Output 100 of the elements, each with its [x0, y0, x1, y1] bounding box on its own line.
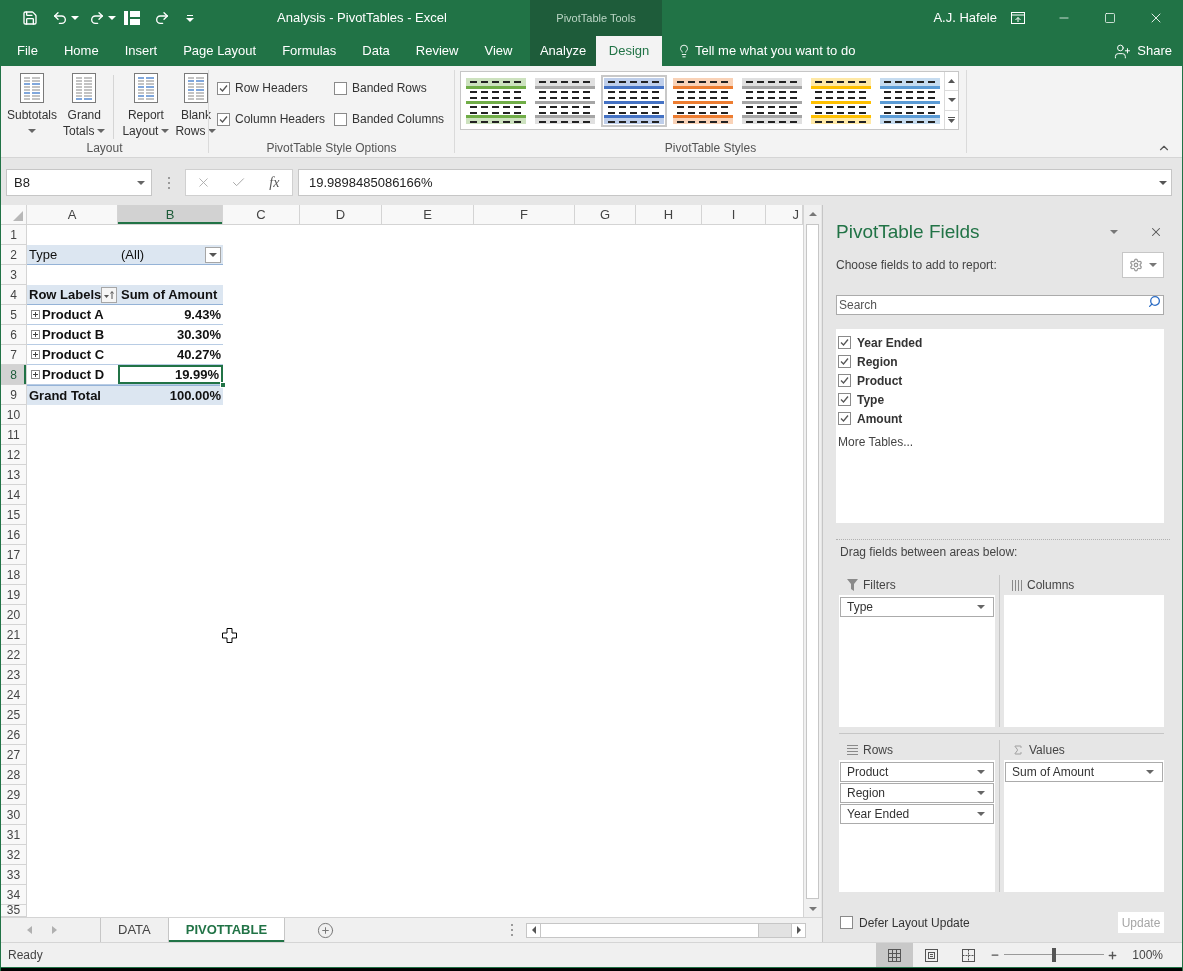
field-name[interactable]: Year Ended — [857, 333, 923, 352]
area-field-button[interactable]: Sum of Amount — [1005, 762, 1163, 782]
column-header[interactable]: E — [382, 205, 474, 224]
row-header[interactable]: 34 — [1, 885, 27, 905]
zoom-slider[interactable] — [1004, 948, 1105, 962]
touch-mode-button[interactable] — [124, 11, 140, 25]
row-header[interactable]: 32 — [1, 845, 27, 865]
row-header[interactable]: 7 — [1, 345, 27, 365]
expand-icon[interactable] — [31, 330, 40, 339]
ribbon-tab[interactable]: Page Layout — [170, 36, 270, 66]
share-button[interactable]: Share — [1114, 36, 1182, 66]
row-header[interactable]: 6 — [1, 325, 27, 345]
ribbon-tab[interactable]: Formulas — [269, 36, 350, 66]
filter-dropdown-button[interactable] — [205, 246, 221, 263]
view-button[interactable] — [876, 943, 914, 967]
subtotals-button[interactable]: Subtotals — [4, 73, 61, 139]
row-header[interactable]: 10 — [1, 405, 27, 425]
scroll-left-arrow-icon[interactable] — [531, 926, 536, 934]
expand-icon[interactable] — [31, 350, 40, 359]
expand-icon[interactable] — [31, 310, 40, 319]
area-field-button[interactable]: Product — [840, 762, 994, 782]
ribbon-tab[interactable]: Data — [349, 36, 403, 66]
drop-area[interactable]: Sum of Amount — [1004, 760, 1164, 892]
row-header[interactable]: 4 — [1, 285, 27, 305]
row-header[interactable]: 14 — [1, 485, 27, 505]
zoom-slider-thumb[interactable] — [1052, 948, 1057, 962]
row-header[interactable]: 30 — [1, 805, 27, 825]
field-name[interactable]: Region — [857, 352, 898, 371]
row-header[interactable]: 16 — [1, 525, 27, 545]
checkbox[interactable] — [217, 81, 230, 95]
row-header[interactable]: 23 — [1, 665, 27, 685]
area-field-button[interactable]: Year Ended — [840, 804, 994, 824]
row-header[interactable]: 3 — [1, 265, 27, 285]
checkbox[interactable] — [838, 336, 851, 349]
row-header[interactable]: 31 — [1, 825, 27, 845]
value-cell[interactable]: 40.27% — [118, 345, 223, 364]
row-header[interactable]: 11 — [1, 425, 27, 445]
row-header[interactable]: 26 — [1, 725, 27, 745]
row-header[interactable]: 24 — [1, 685, 27, 705]
row-header[interactable]: 5 — [1, 305, 27, 325]
redo-button[interactable] — [89, 10, 116, 26]
drop-area[interactable]: Type — [839, 595, 995, 727]
field-name[interactable]: Type — [857, 390, 885, 409]
scroll-thumb[interactable] — [806, 224, 819, 899]
ribbon-tab[interactable]: Design — [596, 36, 662, 66]
checkbox[interactable] — [334, 81, 347, 95]
value-cell[interactable]: 9.43% — [118, 305, 223, 324]
checkbox[interactable] — [838, 412, 851, 425]
zoom-in-button[interactable] — [1106, 949, 1119, 961]
scroll-up-arrow-icon[interactable] — [808, 212, 817, 216]
ribbon-tab[interactable]: View — [471, 36, 526, 66]
column-header[interactable]: D — [300, 205, 382, 224]
row-header[interactable]: 28 — [1, 765, 27, 785]
checkbox[interactable] — [838, 393, 851, 406]
save-button[interactable] — [22, 10, 38, 26]
tools-button[interactable] — [1122, 252, 1164, 278]
column-header[interactable]: I — [702, 205, 766, 224]
row-header[interactable]: 17 — [1, 545, 27, 565]
undo-button[interactable] — [52, 10, 79, 26]
row-header[interactable]: 1 — [1, 225, 27, 245]
checkbox[interactable] — [838, 374, 851, 387]
report-layout-button[interactable]: Report Layout — [119, 73, 173, 139]
ribbon-tab[interactable]: Analyze — [530, 36, 596, 66]
row-header[interactable]: 33 — [1, 865, 27, 885]
ribbon-tab[interactable]: Review — [402, 36, 472, 66]
field-name[interactable]: Amount — [857, 409, 903, 428]
row-header[interactable]: 15 — [1, 505, 27, 525]
row-header[interactable]: 12 — [1, 445, 27, 465]
name-box[interactable]: B8 — [6, 169, 152, 196]
checkbox[interactable] — [840, 916, 853, 929]
checkbox[interactable] — [838, 355, 851, 368]
checkbox[interactable] — [334, 112, 347, 126]
ribbon-tab[interactable]: Insert — [111, 36, 171, 66]
row-header[interactable]: 35 — [1, 905, 27, 917]
row-header[interactable]: 13 — [1, 465, 27, 485]
scroll-thumb[interactable] — [541, 923, 759, 937]
row-header[interactable]: 20 — [1, 605, 27, 625]
row-header[interactable]: 21 — [1, 625, 27, 645]
column-header[interactable]: C — [223, 205, 300, 224]
vertical-scrollbar[interactable] — [803, 205, 821, 917]
row-header[interactable]: 9 — [1, 385, 27, 405]
value-cell[interactable]: 30.30% — [118, 325, 223, 344]
expand-icon[interactable] — [31, 370, 40, 379]
row-header[interactable]: 27 — [1, 745, 27, 765]
formula-field[interactable]: 19.9898485086166% — [298, 169, 1172, 196]
value-cell[interactable]: 19.99% — [118, 365, 223, 384]
sheet-tab[interactable]: PIVOTTABLE — [168, 918, 286, 942]
zoom-level[interactable]: 100% — [1132, 946, 1182, 964]
field-name[interactable]: Product — [857, 371, 903, 390]
sort-filter-button[interactable] — [101, 286, 117, 303]
ribbon-tab[interactable]: File — [4, 36, 51, 66]
horizontal-scrollbar[interactable] — [526, 922, 806, 938]
customize-toolbar-button[interactable] — [186, 14, 194, 22]
row-header[interactable]: 19 — [1, 585, 27, 605]
fill-handle[interactable] — [220, 382, 226, 388]
ribbon-tab[interactable]: Home — [50, 36, 112, 66]
area-field-button[interactable]: Type — [840, 597, 994, 617]
scroll-right-arrow-icon[interactable] — [796, 926, 801, 934]
row-header[interactable]: 22 — [1, 645, 27, 665]
tell-me-field[interactable]: Tell me what you want to do — [695, 41, 875, 61]
